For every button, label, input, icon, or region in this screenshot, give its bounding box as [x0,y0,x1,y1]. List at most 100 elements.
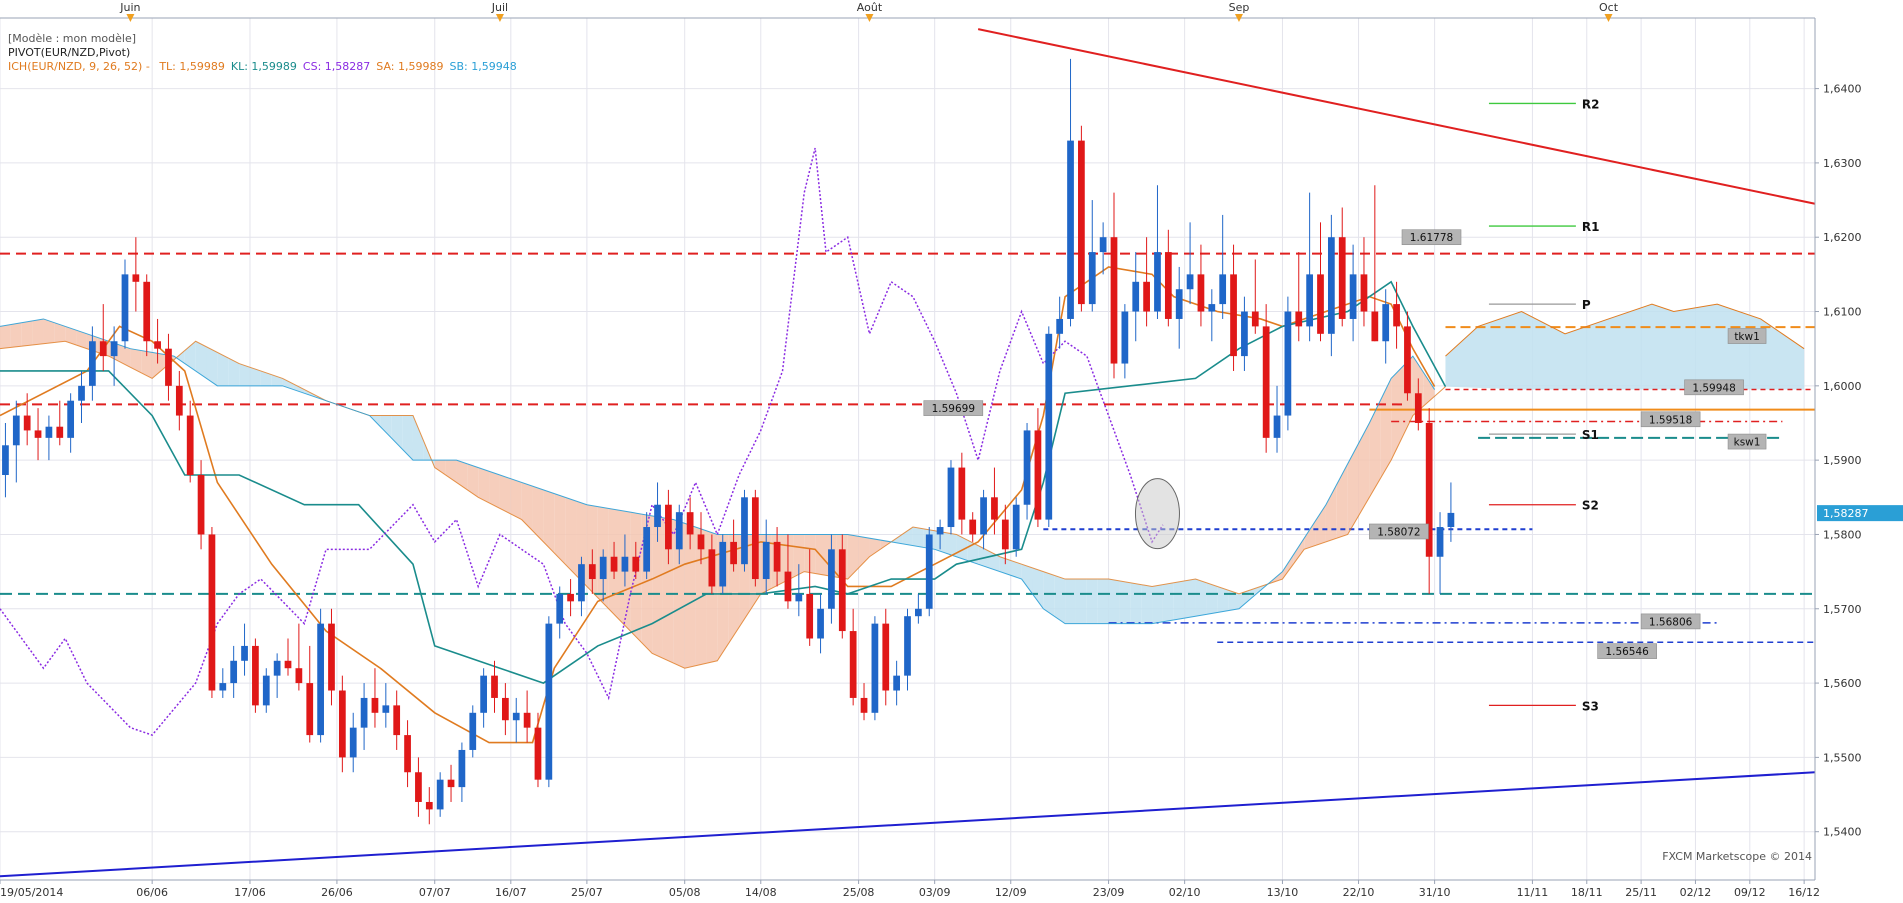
legend-ichimoku: ICH(EUR/NZD, 9, 26, 52) - TL: 1,59989 KL:… [8,60,517,74]
candle-up [1067,140,1074,319]
candle-down [838,549,846,632]
candle-down [665,504,672,550]
chart-background [0,0,1903,900]
legend-value: CS: 1,58287 [302,60,371,73]
cloud-segment [1097,579,1109,624]
candle-up [317,623,324,736]
candle-up [1023,430,1031,505]
candle-up [241,645,248,661]
candle-up [578,564,585,602]
cloud-segment [1195,579,1207,617]
candle-up [675,512,683,550]
cloud-segment [1162,582,1174,622]
candle-down [991,497,998,520]
candle-down [1338,237,1346,319]
y-tick-label: 1,5600 [1823,677,1862,690]
last-price-text: 1,58287 [1823,507,1869,520]
x-tick-label: 22/10 [1343,886,1375,899]
chart-root: R2 R1 P S1 S2 S3 1.61778 1.59699 1.58072 1.59948… [0,0,1903,900]
candle-up [512,712,520,721]
candle-up [741,497,748,565]
month-label: Juil [491,1,508,14]
candle-down [502,697,509,721]
candle-up [89,341,96,386]
candle-down [849,631,857,698]
candle-up [469,712,477,750]
candle-down [567,593,574,602]
month-label: Oct [1599,1,1619,14]
candle-down [1295,311,1303,327]
candle-down [1143,281,1150,312]
price-label-text: 1.59518 [1649,414,1692,426]
candle-down [208,534,216,691]
cloud-segment [1217,586,1229,613]
cloud-segment [1130,582,1142,624]
candle-up [1327,237,1335,334]
candle-down [284,660,292,669]
candle-down [860,697,868,713]
candle-down [1393,304,1400,327]
candle-down [23,415,31,431]
candle-up [1447,512,1455,528]
legend-value: SB: 1,59948 [449,60,517,73]
candle-up [230,660,238,684]
candle-down [697,534,705,550]
candle-down [404,735,411,773]
candle-down [1230,274,1237,357]
candle-up [817,608,824,639]
candle-up [871,623,879,713]
candle-down [1078,140,1085,305]
candle-up [110,341,118,357]
candle-down [1001,519,1009,550]
candle-down [588,564,596,580]
y-tick-label: 1,5800 [1823,528,1862,541]
cloud-segment [1119,580,1131,624]
candle-down [34,430,42,438]
candle-up [1273,415,1281,438]
candle-down [1414,393,1422,423]
candle-up [78,385,85,401]
cloud-segment [489,471,500,509]
price-label-text: 1.56806 [1649,616,1693,628]
x-tick-label: 23/09 [1093,886,1125,899]
candle-up [947,467,955,528]
cloud-segment [1065,579,1076,624]
candle-down [1360,274,1368,312]
candle-up [556,593,564,624]
pivot-label-p: P [1582,298,1591,312]
candle-up [1056,318,1064,334]
legend-model: [Modèle : mon modèle] [8,32,137,45]
candle-up [2,445,9,476]
price-label-text: 1.61778 [1410,232,1453,244]
candle-down [534,727,542,780]
x-tick-label: 18/11 [1571,886,1603,899]
candle-up [219,683,227,691]
candle-up [654,504,661,528]
y-tick-label: 1,5400 [1823,826,1862,839]
candle-down [425,801,433,810]
candle-down [1110,237,1118,364]
month-label: Juin [119,1,140,14]
candle-up [762,541,770,580]
candle-up [436,779,444,810]
cloud-segment [565,497,577,576]
price-label-text: 1.58072 [1377,526,1420,538]
candle-up [480,675,488,713]
candle-up [1121,311,1129,364]
x-tick-label: 05/08 [669,886,701,899]
candle-down [56,426,64,438]
candle-up [621,556,629,572]
legend-value: KL: 1,59989 [230,60,297,73]
candle-down [132,274,140,282]
candle-down [415,772,422,802]
candle-down [1262,326,1270,438]
candle-up [1088,252,1096,305]
cloud-segment [1108,579,1120,624]
cloud-segment [912,527,924,548]
x-tick-label: 11/11 [1517,886,1549,899]
candle-up [828,549,835,609]
candle-down [154,341,161,349]
candle-up [545,623,553,780]
candle-down [197,475,205,535]
price-chart[interactable]: R2 R1 P S1 S2 S3 1.61778 1.59699 1.58072 1.59948… [0,0,1903,900]
